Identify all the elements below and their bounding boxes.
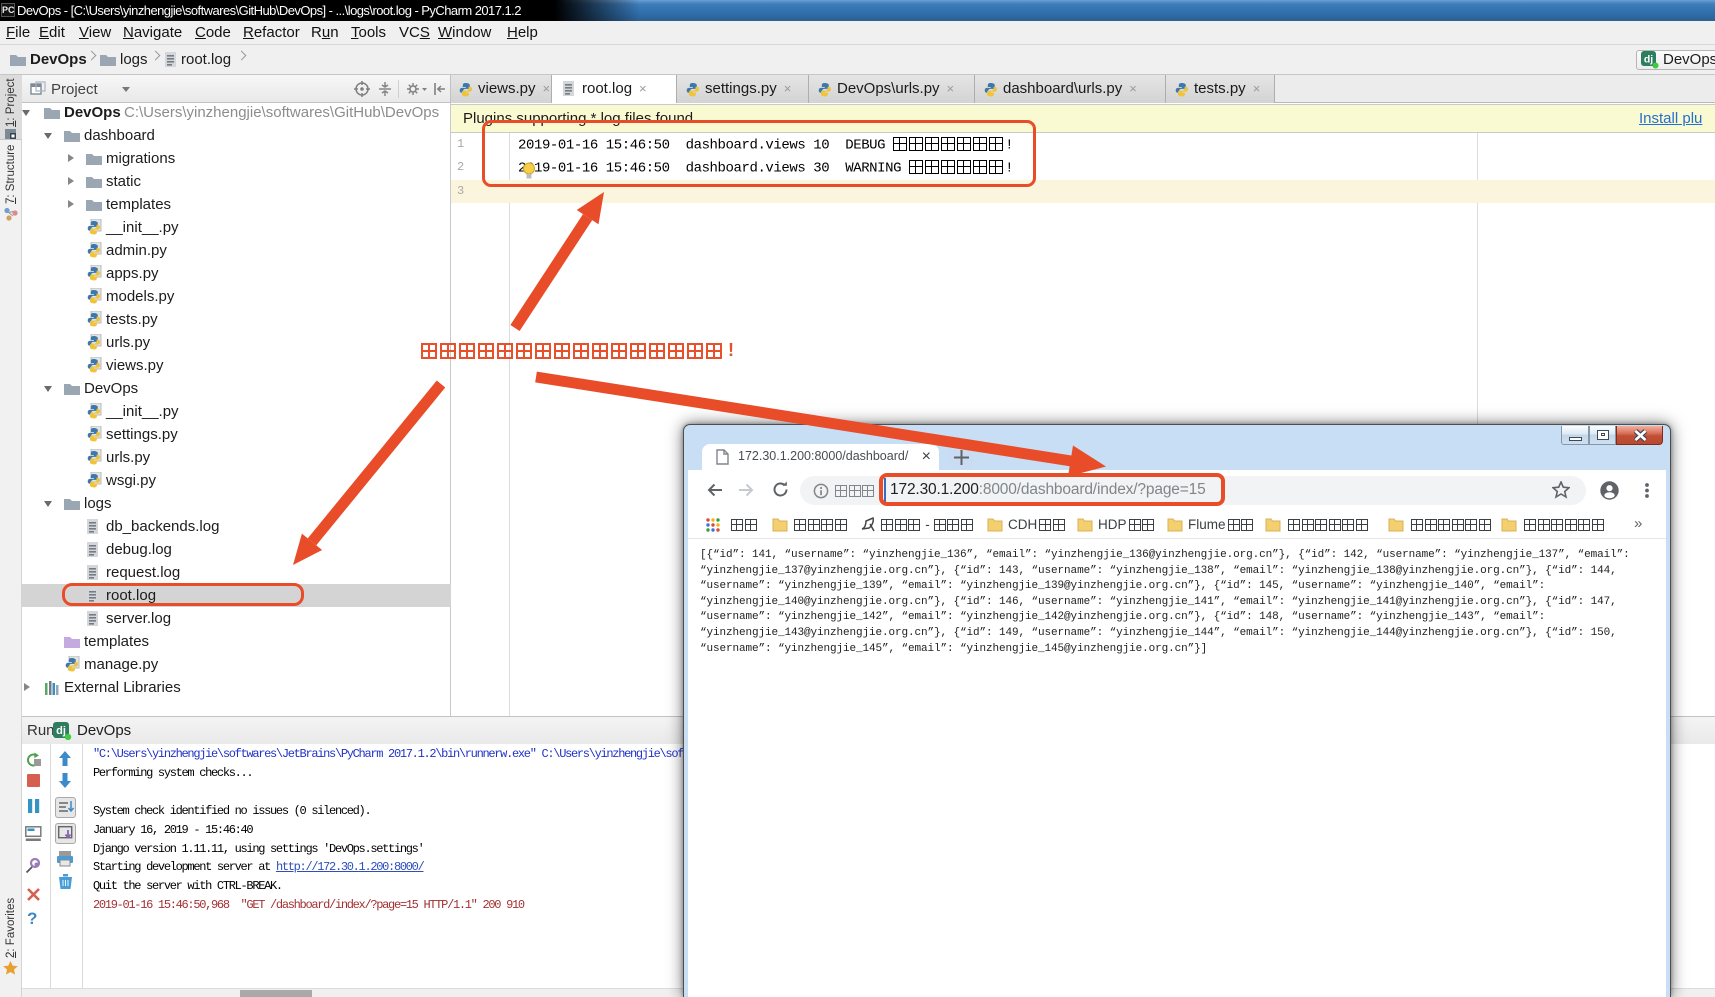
svg-text:dj: dj — [1644, 54, 1653, 66]
svg-text:dj: dj — [56, 725, 66, 737]
